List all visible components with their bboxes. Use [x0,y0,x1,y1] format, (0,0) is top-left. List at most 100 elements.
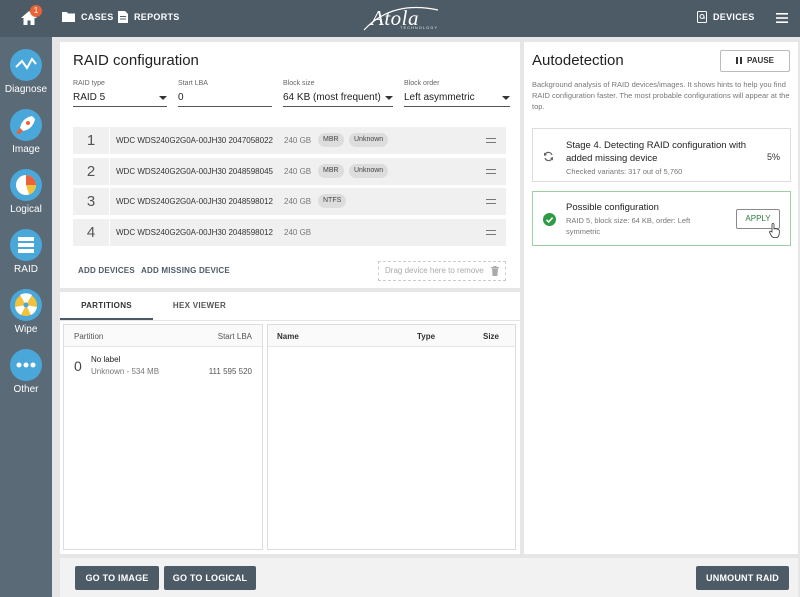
block-size-select[interactable]: 64 KB (most frequent) [283,92,393,107]
start-lba-value: 0 [178,92,184,103]
filesystem-chip: Unknown [349,164,389,178]
sidebar-item-label: Wipe [14,324,38,335]
device-size: 240 GB [284,136,312,145]
pause-label: PAUSE [747,56,774,65]
raid-type-select[interactable]: RAID 5 [73,92,167,107]
possible-config-card: Possible configuration RAID 5, block siz… [532,191,791,246]
go-to-image-button[interactable]: GO TO IMAGE [75,566,159,590]
remove-drop-zone[interactable]: Drag device here to remove [378,261,506,281]
page-title: RAID configuration [73,52,199,69]
go-to-logical-button[interactable]: GO TO LOGICAL [164,566,256,590]
hamburger-menu-icon[interactable] [776,13,788,23]
autodetection-panel: Autodetection PAUSE Background analysis … [524,42,798,554]
filesystem-chip: Unknown [349,133,389,147]
table-row[interactable]: 0 No label Unknown - 534 MB 111 595 520 [64,348,262,382]
device-name: WDC WDS240G2G0A-00JH30 2048598045 [116,167,273,176]
device-size: 240 GB [284,228,312,237]
sidebar-item-wipe[interactable]: Wipe [0,289,52,335]
sidebar-item-logical[interactable]: Logical [0,169,52,215]
device-size: 240 GB [284,167,312,176]
cases-link[interactable]: CASES [62,11,114,22]
sidebar-item-label: RAID [14,264,38,275]
tab-hex-viewer[interactable]: HEX VIEWER [153,292,246,320]
more-icon [10,349,42,381]
trash-icon [491,266,499,276]
device-icon [697,11,707,23]
block-size-value: 64 KB (most frequent) [283,92,381,103]
sidebar-item-raid[interactable]: RAID [0,229,52,275]
sidebar-item-label: Logical [10,204,42,215]
partition-start-lba: 111 595 520 [208,367,252,376]
hand-cursor-icon [769,223,780,238]
top-bar: 1 CASES REPORTS Atola TECHNOLOGY DEVICES [0,0,800,37]
pause-button[interactable]: PAUSE [720,50,790,72]
device-number: 3 [73,188,110,215]
reports-label: REPORTS [134,12,180,22]
device-number: 4 [73,219,110,246]
add-missing-device-button[interactable]: ADD MISSING DEVICE [141,266,230,275]
devices-link[interactable]: DEVICES [697,11,755,23]
block-size-label: Block size [283,80,315,87]
device-row[interactable]: 1 WDC WDS240G2G0A-00JH30 2047058022 240 … [73,127,506,154]
check-circle-icon [543,213,556,226]
possible-config-detail: RAID 5, block size: 64 KB, order: Left s… [566,216,691,236]
stage-detail: Checked variants: 317 out of 5,760 [566,167,683,176]
sidebar-item-diagnose[interactable]: Diagnose [0,49,52,95]
device-row[interactable]: 2 WDC WDS240G2G0A-00JH30 2048598045 240 … [73,158,506,185]
file-list: Name Type Size [267,324,516,550]
stage-card: Stage 4. Detecting RAID configuration wi… [532,128,791,182]
chevron-down-icon [159,96,167,100]
sidebar-item-other[interactable]: Other [0,349,52,395]
drag-handle-icon[interactable] [486,138,496,143]
start-lba-input[interactable]: 0 [178,92,272,107]
start-lba-label: Start LBA [178,80,208,87]
device-number: 2 [73,158,110,185]
partition-label: No label [91,355,121,364]
column-header-partition: Partition [74,332,104,341]
device-row[interactable]: 3 WDC WDS240G2G0A-00JH30 2048598012 240 … [73,188,506,215]
device-number: 1 [73,127,110,154]
devices-label: DEVICES [713,12,755,22]
partition-number: 0 [74,358,82,374]
raid-config-panel: RAID configuration RAID type RAID 5 Star… [60,42,520,288]
device-name: WDC WDS240G2G0A-00JH30 2048598012 [116,197,273,206]
raid-icon [10,229,42,261]
tab-divider [60,320,520,321]
rocket-icon [10,109,42,141]
column-header-type: Type [417,332,436,341]
block-order-label: Block order [404,80,440,87]
sync-icon [544,151,553,162]
stage-percent: 5% [766,152,780,162]
drag-handle-icon[interactable] [486,230,496,235]
filesystem-chip: NTFS [318,194,347,208]
device-row[interactable]: 4 WDC WDS240G2G0A-00JH30 2048598012 240 … [73,219,506,246]
pie-icon [10,169,42,201]
column-header-name: Name [277,332,299,341]
unmount-raid-button[interactable]: UNMOUNT RAID [696,566,789,590]
bottom-action-bar: GO TO IMAGE GO TO LOGICAL UNMOUNT RAID [60,558,798,597]
sidebar-item-image[interactable]: Image [0,109,52,155]
raid-type-value: RAID 5 [73,92,106,103]
radiation-icon [10,289,42,321]
partition-list-header: Partition Start LBA [64,325,262,347]
partition-detail: Unknown - 534 MB [91,367,160,376]
cases-label: CASES [81,11,114,22]
drop-zone-text: Drag device here to remove [385,266,484,275]
document-icon [118,11,128,23]
add-devices-button[interactable]: ADD DEVICES [78,266,135,275]
autodetection-title: Autodetection [532,52,624,69]
folder-icon [62,12,75,22]
sidebar-item-label: Image [12,144,40,155]
tab-partitions[interactable]: PARTITIONS [60,292,153,320]
reports-link[interactable]: REPORTS [118,11,180,23]
partition-list: Partition Start LBA 0 No label Unknown -… [63,324,263,550]
drag-handle-icon[interactable] [486,199,496,204]
drag-handle-icon[interactable] [486,169,496,174]
autodetection-description: Background analysis of RAID devices/imag… [532,80,790,111]
chevron-down-icon [385,96,393,100]
diagnose-icon [10,49,42,81]
device-size: 240 GB [284,197,312,206]
device-name: WDC WDS240G2G0A-00JH30 2048598012 [116,228,273,237]
partitions-panel: PARTITIONS HEX VIEWER Partition Start LB… [60,292,520,554]
block-order-select[interactable]: Left asymmetric [404,92,510,107]
